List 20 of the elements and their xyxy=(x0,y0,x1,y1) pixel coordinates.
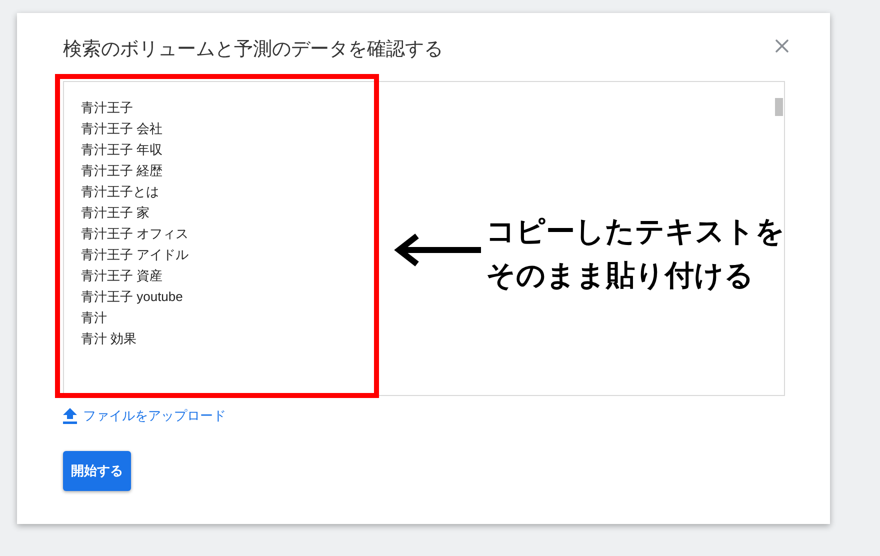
arrow-icon xyxy=(393,233,481,267)
keyword-line: 青汁王子とは xyxy=(81,183,159,201)
start-button[interactable]: 開始する xyxy=(63,450,131,490)
dialog-title: 検索のボリュームと予測のデータを確認する xyxy=(63,38,443,62)
keyword-line: 青汁王子 資産 xyxy=(81,267,163,285)
keyword-line: 青汁王子 経歴 xyxy=(81,162,163,180)
upload-icon xyxy=(63,408,77,424)
keyword-line: 青汁 効果 xyxy=(81,330,137,348)
keyword-line: 青汁王子 アイドル xyxy=(81,246,189,264)
keyword-line: 青汁王子 xyxy=(81,99,133,117)
scrollbar-thumb[interactable] xyxy=(775,98,783,116)
keyword-line: 青汁 xyxy=(81,309,107,327)
keyword-line: 青汁王子 オフィス xyxy=(81,225,189,243)
keyword-line: 青汁王子 年収 xyxy=(81,141,163,159)
keyword-line: 青汁王子 家 xyxy=(81,204,150,222)
annotation-text: そのまま貼り付ける xyxy=(486,259,755,294)
keyword-line: 青汁王子 youtube xyxy=(81,288,183,306)
upload-link[interactable]: ファイルをアップロード xyxy=(63,406,226,426)
annotation-text: コピーしたテキストを xyxy=(486,215,785,250)
keyword-line: 青汁王子 会社 xyxy=(81,120,163,138)
